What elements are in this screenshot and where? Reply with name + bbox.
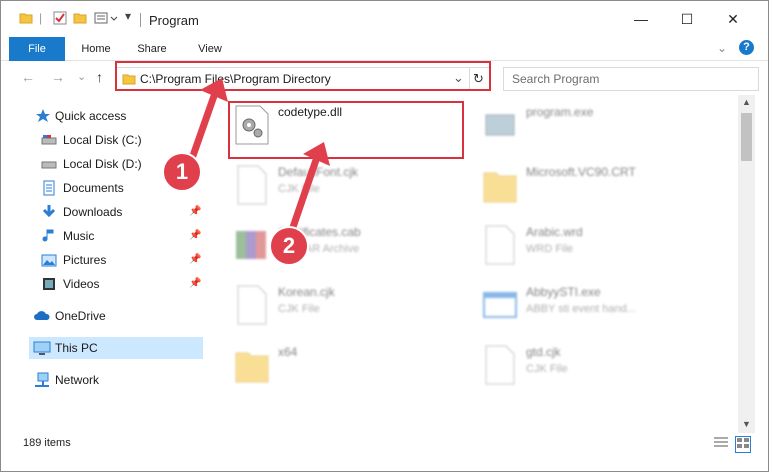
large-icons-view-icon[interactable] — [735, 436, 751, 453]
sidebar-item-onedrive[interactable]: OneDrive — [1, 305, 206, 327]
file-name: gtd.cjk — [526, 345, 561, 359]
new-folder-icon[interactable] — [73, 11, 87, 28]
file-type: CJK File — [278, 183, 320, 195]
download-arrow-icon — [41, 204, 57, 220]
drive-icon — [41, 156, 57, 172]
file-type: WRD File — [526, 243, 574, 255]
scroll-down-icon[interactable]: ▼ — [742, 419, 751, 429]
folder-icon — [234, 345, 270, 385]
file-name: Arabic.wrd — [526, 225, 583, 239]
sidebar-item-local-disk-c[interactable]: Local Disk (C:) — [1, 129, 206, 151]
step-badge-1: 1 — [162, 152, 202, 192]
file-item-microsoft-vc90-crt[interactable]: Microsoft.VC90.CRT — [482, 161, 722, 215]
forward-arrow-icon[interactable]: → — [51, 69, 65, 85]
exe-icon — [482, 285, 518, 325]
archive-icon — [234, 225, 270, 265]
drive-icon — [41, 132, 57, 148]
monitor-icon — [33, 340, 51, 356]
sidebar-item-pictures[interactable]: Pictures 📌 — [1, 249, 206, 271]
file-item-abbyysti-exe[interactable]: AbbyySTI.exe ABBY sti event hand... — [482, 281, 722, 335]
file-highlight-box — [228, 101, 464, 159]
file-item-x64[interactable]: x64 — [234, 341, 474, 395]
recent-locations-icon[interactable]: ⌄ — [77, 70, 86, 83]
properties-check-icon[interactable] — [53, 11, 67, 28]
file-name: x64 — [278, 345, 298, 359]
file-name: AbbyySTI.exe — [526, 285, 601, 299]
divider: | — [39, 11, 43, 25]
details-view-icon[interactable] — [713, 436, 729, 453]
file-name: DefaultFont.cjk — [278, 165, 359, 179]
ribbon-tabs: File Home Share View ⌄ ? — [1, 37, 768, 61]
music-note-icon — [41, 228, 57, 244]
file-name: Korean.cjk — [278, 285, 335, 299]
back-arrow-icon[interactable]: ← — [21, 69, 35, 85]
tab-home[interactable]: Home — [73, 37, 119, 61]
sidebar-item-downloads[interactable]: Downloads 📌 — [1, 201, 206, 223]
close-button[interactable]: ✕ — [710, 1, 756, 37]
expand-ribbon-icon[interactable]: ⌄ — [717, 41, 727, 55]
file-name: Microsoft.VC90.CRT — [526, 165, 636, 179]
cloud-icon — [33, 308, 50, 324]
document-icon — [234, 285, 270, 325]
up-arrow-icon[interactable]: ↑ — [96, 69, 103, 85]
maximize-button[interactable]: ☐ — [664, 1, 710, 37]
navigation-pane: Quick access Local Disk (C:) Local Disk … — [1, 95, 206, 425]
vertical-scrollbar[interactable]: ▲ ▼ — [738, 95, 755, 433]
minimize-button[interactable]: — — [618, 1, 664, 37]
pin-icon: 📌 — [189, 278, 202, 289]
customize-toolbar-icon[interactable] — [94, 11, 120, 28]
sidebar-item-this-pc[interactable]: This PC — [29, 337, 203, 359]
items-count: 189 items — [23, 437, 71, 449]
file-type: ABBY sti event hand... — [526, 303, 636, 315]
scrollbar-thumb[interactable] — [741, 113, 752, 161]
document-icon — [234, 165, 270, 205]
document-icon — [482, 345, 518, 385]
pin-icon: 📌 — [189, 230, 202, 241]
video-icon — [41, 276, 57, 292]
scroll-up-icon[interactable]: ▲ — [742, 97, 751, 107]
file-item-gtd-cjk[interactable]: gtd.cjk CJK File — [482, 341, 722, 395]
file-item-defaultfont[interactable]: DefaultFont.cjk CJK File — [234, 161, 474, 215]
title-bar: | ▾ Program — ☐ ✕ — [1, 1, 768, 37]
pictures-icon — [41, 252, 57, 268]
quick-access-dropdown-icon[interactable]: ▾ — [125, 9, 131, 23]
network-icon — [33, 372, 49, 388]
documents-icon — [41, 180, 57, 196]
search-input[interactable]: Search Program — [503, 67, 759, 91]
file-item-program-exe[interactable]: program.exe — [482, 101, 722, 155]
tab-file[interactable]: File — [9, 37, 65, 61]
sidebar-item-network[interactable]: Network — [1, 369, 206, 391]
folder-icon — [19, 11, 33, 28]
title-separator — [140, 13, 141, 27]
help-icon[interactable]: ? — [739, 40, 754, 55]
file-type: CJK File — [278, 303, 320, 315]
search-placeholder: Search Program — [512, 72, 600, 86]
file-item-arabic-wrd[interactable]: Arabic.wrd WRD File — [482, 221, 722, 275]
tab-view[interactable]: View — [187, 37, 233, 61]
exe-icon — [482, 105, 518, 145]
file-type: CJK File — [526, 363, 568, 375]
file-name: program.exe — [526, 105, 594, 119]
file-item-korean-cjk[interactable]: Korean.cjk CJK File — [234, 281, 474, 335]
pin-icon: 📌 — [189, 206, 202, 217]
sidebar-item-quick-access[interactable]: Quick access — [1, 105, 206, 127]
sidebar-item-music[interactable]: Music 📌 — [1, 225, 206, 247]
folder-icon — [482, 165, 518, 205]
sidebar-item-videos[interactable]: Videos 📌 — [1, 273, 206, 295]
step-badge-2: 2 — [269, 226, 309, 266]
status-bar: 189 items — [1, 433, 768, 455]
star-icon — [35, 108, 51, 124]
address-highlight-box — [115, 61, 491, 91]
window-title: Program — [149, 13, 199, 28]
tab-share[interactable]: Share — [129, 37, 175, 61]
document-icon — [482, 225, 518, 265]
pin-icon: 📌 — [189, 254, 202, 265]
